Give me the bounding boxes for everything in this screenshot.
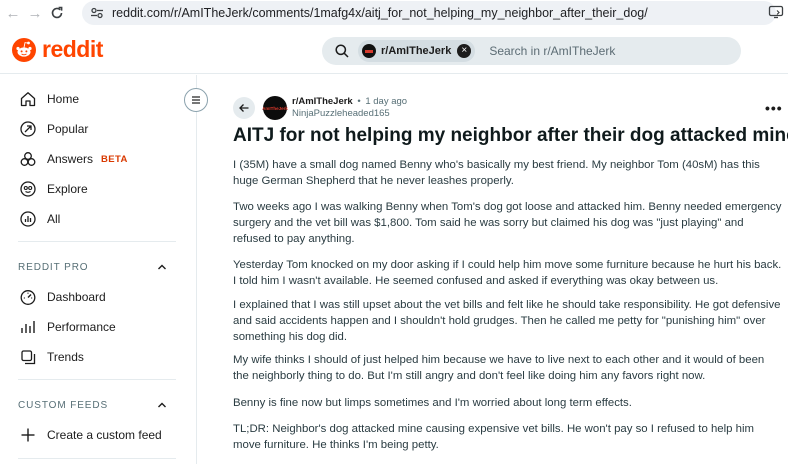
sidebar-item-home[interactable]: Home <box>18 88 79 110</box>
sidebar-item-all[interactable]: All <box>18 208 60 230</box>
sidebar-item-label: Answers <box>47 152 94 166</box>
browser-toolbar: ← → reddit.com/r/AmITheJerk/comments/1ma… <box>0 0 788 26</box>
post-paragraph: My wife thinks I should of just helped h… <box>233 354 765 382</box>
sidebar-item-label: Trends <box>47 350 84 364</box>
sidebar-item-dashboard[interactable]: Dashboard <box>18 286 106 308</box>
menu-icon <box>192 96 200 104</box>
arrow-left-icon <box>239 104 249 112</box>
trends-icon <box>18 347 38 367</box>
reddit-header: reddit r/AmITheJerk × Search in r/AmIThe… <box>0 26 788 74</box>
sidebar-divider <box>18 458 176 459</box>
site-settings-icon[interactable] <box>88 4 106 22</box>
subreddit-chip-avatar <box>362 44 376 58</box>
clear-chip-icon[interactable]: × <box>457 44 472 58</box>
subreddit-avatar[interactable]: AmITheJerk <box>262 96 288 120</box>
search-bar[interactable]: r/AmITheJerk × Search in r/AmITheJerk <box>322 37 741 65</box>
reddit-wordmark: reddit <box>42 36 103 62</box>
browser-forward-icon[interactable]: → <box>24 2 46 24</box>
reddit-logo[interactable]: reddit <box>12 36 103 63</box>
sidebar-item-performance[interactable]: Performance <box>18 316 116 338</box>
sidebar-divider <box>18 379 176 380</box>
custom-feeds-section-header[interactable]: CUSTOM FEEDS <box>18 399 168 411</box>
chevron-up-icon[interactable] <box>156 261 168 273</box>
address-bar[interactable]: reddit.com/r/AmITheJerk/comments/1mafg4x… <box>82 1 776 25</box>
cast-icon[interactable] <box>768 4 786 22</box>
back-button[interactable] <box>233 97 255 119</box>
subreddit-link[interactable]: r/AmITheJerk <box>292 96 353 107</box>
sidebar-item-label: Popular <box>47 122 89 136</box>
reddit-pro-section-header[interactable]: REDDIT PRO <box>18 261 168 273</box>
reddit-snoo-icon <box>12 37 36 62</box>
post-paragraph: Two weeks ago I was walking Benny when T… <box>233 201 782 245</box>
post-paragraph: I explained that I was still upset about… <box>233 299 781 343</box>
subreddit-chip-label: r/AmITheJerk <box>381 45 452 57</box>
post-meta-line: r/AmITheJerk • 1 day ago <box>292 96 407 107</box>
subreddit-search-chip[interactable]: r/AmITheJerk × <box>358 40 476 62</box>
left-sidebar: Home Popular Answers BETA Explore All RE… <box>0 75 197 464</box>
sidebar-toggle-button[interactable] <box>184 88 208 112</box>
post-paragraph: I (35M) have a small dog named Benny who… <box>233 159 760 187</box>
author-link[interactable]: NinjaPuzzleheaded165 <box>292 108 390 119</box>
popular-icon <box>18 119 38 139</box>
sidebar-item-label: All <box>47 212 61 226</box>
sidebar-item-label: Performance <box>47 320 116 334</box>
home-icon <box>18 89 38 109</box>
beta-badge: BETA <box>101 153 128 165</box>
sidebar-item-label: Home <box>47 92 80 106</box>
all-icon <box>18 209 38 229</box>
sidebar-item-explore[interactable]: Explore <box>18 178 88 200</box>
post-paragraph: Benny is fine now but limps sometimes an… <box>233 397 632 409</box>
chevron-up-icon[interactable] <box>156 399 168 411</box>
plus-icon <box>18 425 38 445</box>
search-icon <box>335 44 349 58</box>
meta-separator: • <box>357 96 361 107</box>
reload-icon[interactable] <box>46 2 68 24</box>
sidebar-item-popular[interactable]: Popular <box>18 118 88 140</box>
browser-back-icon[interactable]: ← <box>2 2 24 24</box>
sidebar-item-label: Create a custom feed <box>47 428 162 442</box>
sidebar-item-trends[interactable]: Trends <box>18 346 84 368</box>
sidebar-divider <box>18 241 176 242</box>
performance-icon <box>18 317 38 337</box>
search-input[interactable]: Search in r/AmITheJerk <box>489 44 615 58</box>
url-text[interactable]: reddit.com/r/AmITheJerk/comments/1mafg4x… <box>112 6 648 20</box>
post-time: 1 day ago <box>365 96 408 107</box>
more-options-icon[interactable]: ••• <box>765 100 783 116</box>
create-custom-feed-button[interactable]: Create a custom feed <box>18 424 162 446</box>
post-meta: AmITheJerk r/AmITheJerk • 1 day ago Ninj… <box>233 94 783 122</box>
explore-icon <box>18 179 38 199</box>
sidebar-item-label: Explore <box>47 182 88 196</box>
sidebar-item-answers[interactable]: Answers BETA <box>18 148 128 170</box>
section-label: CUSTOM FEEDS <box>18 399 109 411</box>
section-label: REDDIT PRO <box>18 261 89 273</box>
post-title: AITJ for not helping my neighbor after t… <box>233 125 788 146</box>
post-paragraph: Yesterday Tom knocked on my door asking … <box>233 259 782 287</box>
answers-icon <box>18 149 38 169</box>
sidebar-item-label: Dashboard <box>47 290 106 304</box>
dashboard-icon <box>18 287 38 307</box>
post-paragraph: TL;DR: Neighbor's dog attacked mine caus… <box>233 423 754 451</box>
